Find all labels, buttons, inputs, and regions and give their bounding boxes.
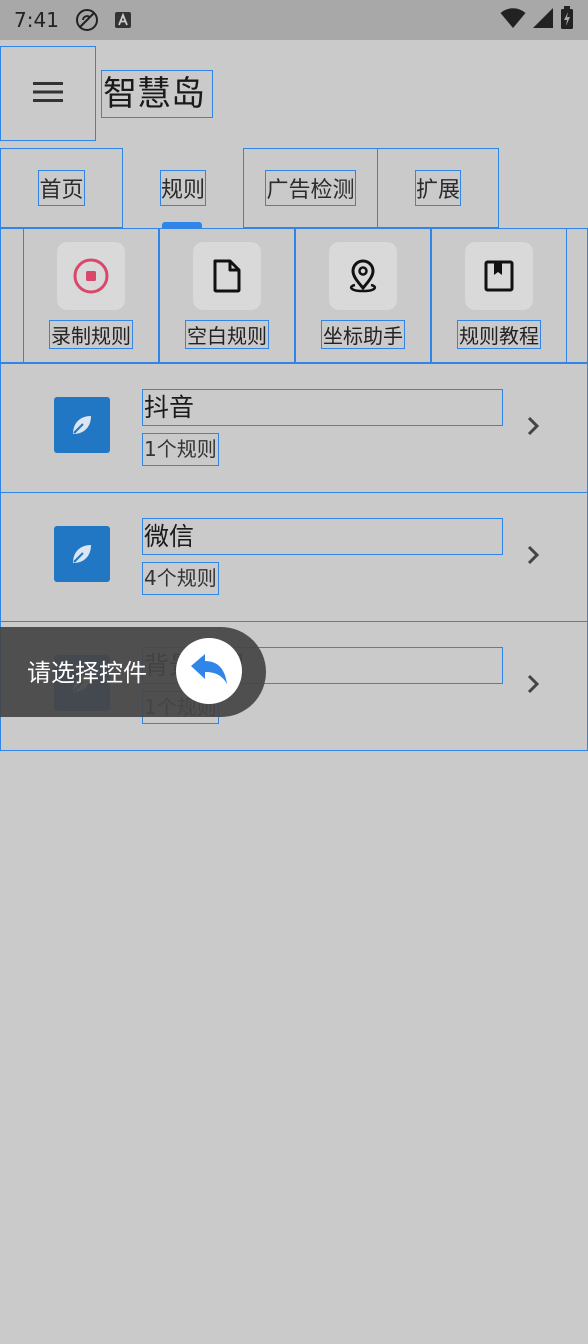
toast-text: 请选择控件 — [27, 659, 147, 687]
tools-scroll-edge — [566, 228, 588, 363]
no-sync-icon — [73, 6, 101, 34]
tools-scroll-edge — [0, 228, 24, 363]
signal-icon — [532, 7, 554, 34]
tool-rule-tutorial[interactable]: 规则教程 — [431, 228, 567, 363]
back-button[interactable] — [176, 638, 242, 704]
reply-arrow-icon — [189, 652, 229, 690]
page-title: 智慧岛 — [101, 70, 213, 118]
blank-document-icon — [193, 242, 261, 310]
tool-label: 录制规则 — [49, 320, 133, 349]
leaf-icon — [54, 526, 110, 582]
menu-icon — [33, 80, 63, 108]
tool-record-rule[interactable]: 录制规则 — [23, 228, 159, 363]
tool-blank-rule[interactable]: 空白规则 — [159, 228, 295, 363]
tab-home[interactable]: 首页 — [0, 148, 123, 228]
chevron-right-icon — [520, 413, 546, 439]
a-badge-icon — [109, 6, 137, 34]
tab-label: 首页 — [38, 170, 85, 206]
tab-rules[interactable]: 规则 — [123, 148, 243, 228]
rule-count: 1个规则 — [142, 433, 219, 466]
bookmark-book-icon — [465, 242, 533, 310]
tool-label: 空白规则 — [185, 320, 269, 349]
rule-count: 4个规则 — [142, 562, 219, 595]
battery-icon — [560, 5, 574, 35]
menu-button[interactable] — [0, 46, 96, 141]
status-bar: 7:41 — [0, 0, 588, 40]
record-icon — [57, 242, 125, 310]
chevron-right-icon — [520, 542, 546, 568]
list-item[interactable]: 微信 4个规则 — [0, 492, 588, 622]
chevron-right-icon — [520, 671, 546, 697]
tool-label: 坐标助手 — [321, 320, 405, 349]
tab-label: 广告检测 — [265, 170, 356, 206]
status-time: 7:41 — [14, 8, 59, 32]
leaf-icon — [54, 397, 110, 453]
app-name: 抖音 — [142, 389, 503, 426]
location-pin-icon — [329, 242, 397, 310]
tab-ad-detection[interactable]: 广告检测 — [243, 148, 378, 228]
app-name: 微信 — [142, 518, 503, 555]
list-item[interactable]: 抖音 1个规则 — [0, 363, 588, 493]
wifi-icon — [500, 7, 526, 34]
tool-coordinate-helper[interactable]: 坐标助手 — [295, 228, 431, 363]
tab-extensions[interactable]: 扩展 — [377, 148, 499, 228]
select-control-toast: 请选择控件 — [0, 627, 266, 717]
tab-label: 规则 — [159, 170, 206, 206]
tab-label: 扩展 — [414, 170, 461, 206]
tool-label: 规则教程 — [457, 320, 541, 349]
